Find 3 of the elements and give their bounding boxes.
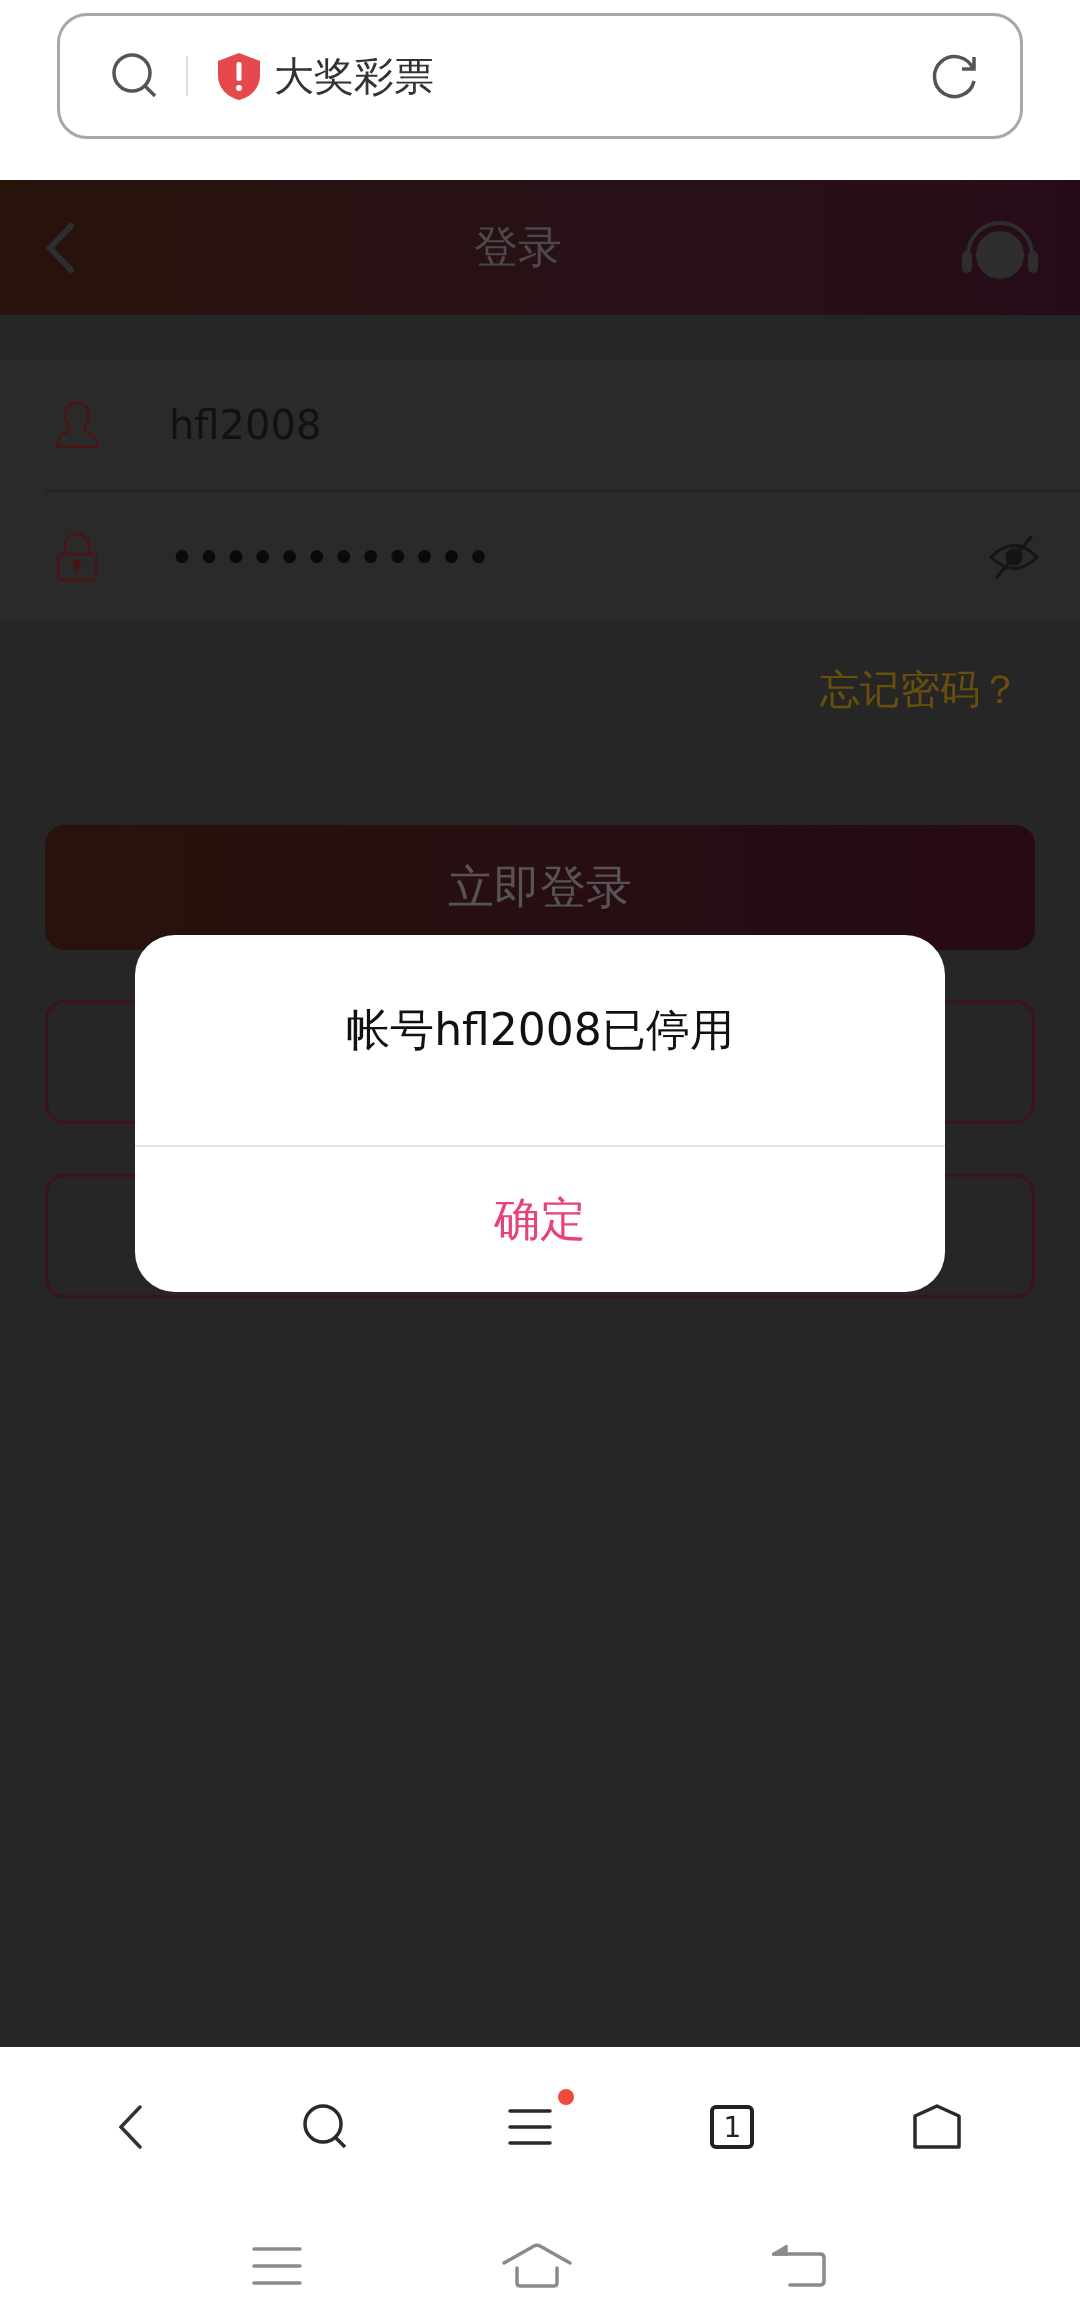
page-title: 登录 bbox=[473, 220, 562, 274]
site-title: 大奖彩票 bbox=[274, 51, 435, 101]
dialog-message: 帐号hfl2008已停用 bbox=[346, 1002, 734, 1057]
